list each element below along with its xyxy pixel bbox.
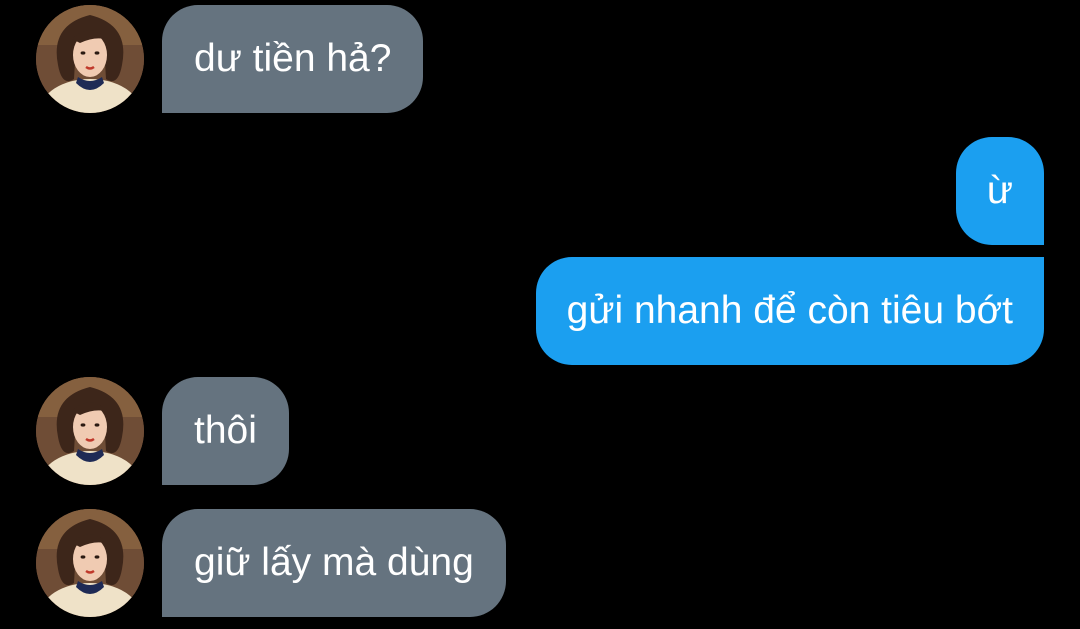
message-text: ừ xyxy=(986,169,1013,212)
message-text: gửi nhanh để còn tiêu bớt xyxy=(566,289,1013,332)
incoming-message-bubble[interactable]: thôi xyxy=(162,377,289,485)
incoming-message-bubble[interactable]: giữ lấy mà dùng xyxy=(162,509,506,617)
chat-thread: dư tiền hả? ừ gửi nhanh để còn tiêu bớt … xyxy=(0,0,1080,629)
message-text: dư tiền hả? xyxy=(194,37,392,80)
avatar-photo-icon xyxy=(36,377,144,485)
contact-avatar[interactable] xyxy=(36,509,144,617)
outgoing-message-bubble[interactable]: ừ xyxy=(955,137,1044,245)
avatar-photo-icon xyxy=(36,5,144,113)
avatar-photo-icon xyxy=(36,509,144,617)
contact-avatar[interactable] xyxy=(36,377,144,485)
message-text: giữ lấy mà dùng xyxy=(194,541,474,584)
outgoing-message-bubble[interactable]: gửi nhanh để còn tiêu bớt xyxy=(535,257,1044,365)
message-text: thôi xyxy=(194,409,257,452)
contact-avatar[interactable] xyxy=(36,5,144,113)
incoming-message-bubble[interactable]: dư tiền hả? xyxy=(162,5,424,113)
